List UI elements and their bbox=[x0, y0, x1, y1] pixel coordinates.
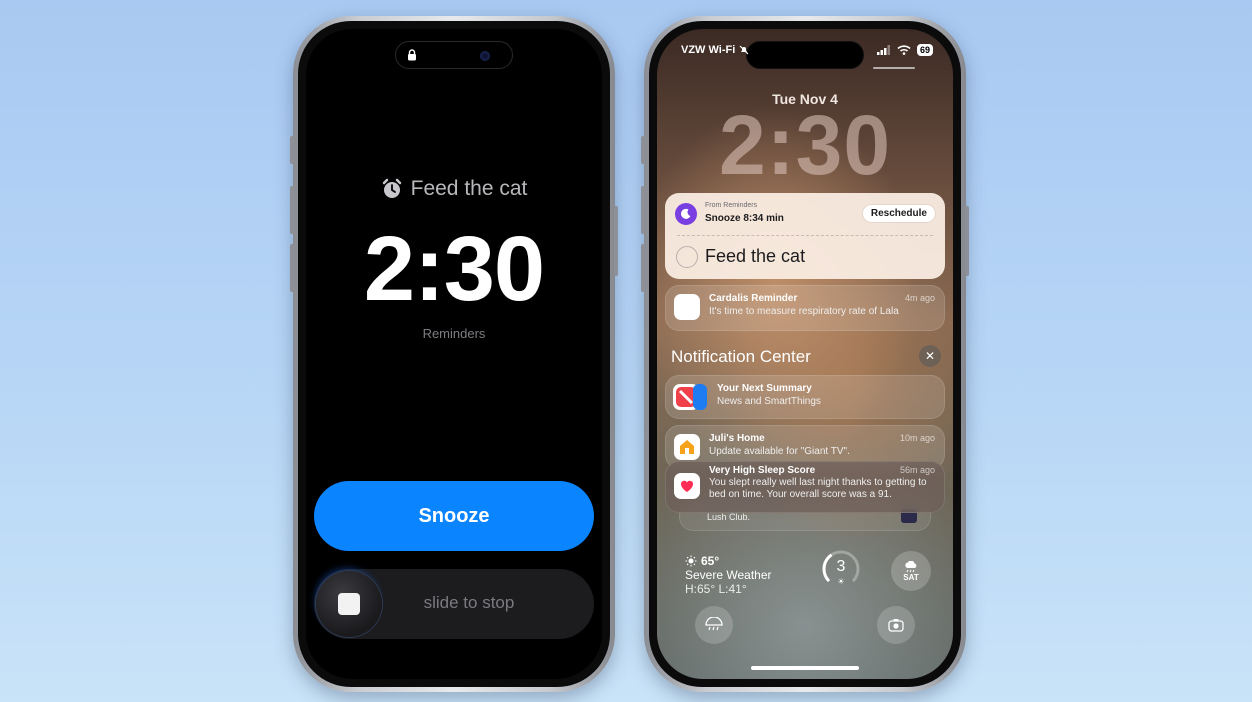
alarm-phone: Feed the cat 2:30 Reminders Snooze slide… bbox=[290, 16, 618, 692]
reminder-notification[interactable]: From Reminders Snooze 8:34 min Reschedul… bbox=[665, 193, 945, 279]
home-indicator[interactable] bbox=[751, 666, 859, 670]
forecast-day: SAT bbox=[903, 572, 919, 582]
bell-slash-icon bbox=[739, 45, 749, 55]
volume-down-button bbox=[290, 244, 294, 292]
weather-widget[interactable]: 65° Severe Weather H:65° L:41° bbox=[685, 554, 772, 596]
weather-temp: 65° bbox=[701, 554, 720, 568]
rain-cloud-icon bbox=[905, 560, 917, 572]
side-button bbox=[965, 206, 969, 276]
lockscreen-phone: VZW Wi-Fi 69 Tue Nov 4 2:30 From Reminde… bbox=[641, 16, 969, 692]
notification-body: News and SmartThings bbox=[717, 396, 821, 407]
side-button bbox=[614, 206, 618, 276]
alarm-title: Feed the cat bbox=[306, 177, 602, 201]
heart-app-icon bbox=[674, 473, 700, 499]
wifi-icon bbox=[897, 45, 911, 55]
status-bar: VZW Wi-Fi 69 bbox=[681, 44, 933, 56]
cardalis-app-icon bbox=[674, 294, 700, 320]
weather-quick-button[interactable] bbox=[695, 606, 733, 644]
camera-quick-button[interactable] bbox=[877, 606, 915, 644]
notification-title: Cardalis Reminder bbox=[709, 293, 798, 304]
notification-body: You slept really well last night thanks … bbox=[709, 477, 927, 500]
control-center-indicator[interactable] bbox=[873, 67, 915, 69]
slide-to-stop-label: slide to stop bbox=[423, 593, 515, 612]
snooze-countdown: Snooze 8:34 min bbox=[705, 213, 784, 224]
volume-down-button bbox=[641, 244, 645, 292]
lock-icon bbox=[408, 49, 416, 61]
notification-cardalis[interactable]: Cardalis Reminder 4m ago It's time to me… bbox=[665, 285, 945, 331]
slide-to-stop-track[interactable]: slide to stop bbox=[314, 569, 594, 639]
notification-body: It's time to measure respiratory rate of… bbox=[709, 306, 899, 317]
reminder-source: From Reminders bbox=[705, 202, 758, 209]
forecast-widget[interactable]: SAT bbox=[891, 551, 931, 591]
notification-time: 10m ago bbox=[899, 433, 935, 443]
notification-title: Very High Sleep Score bbox=[709, 465, 816, 476]
notification-sleep-score[interactable]: Very High Sleep Score 56m ago You slept … bbox=[665, 461, 945, 513]
notification-time: 4m ago bbox=[904, 293, 935, 303]
weather-condition: Severe Weather bbox=[685, 568, 772, 582]
lockscreen-time: 2:30 bbox=[718, 98, 892, 192]
notification-summary[interactable]: Your Next Summary News and SmartThings bbox=[665, 375, 945, 419]
reschedule-button[interactable]: Reschedule bbox=[862, 205, 935, 222]
notification-time: 56m ago bbox=[899, 465, 935, 475]
notification-center-title: Notification Center bbox=[671, 347, 811, 366]
cellular-signal-icon bbox=[876, 45, 890, 55]
reminders-moon-icon bbox=[675, 203, 697, 225]
camera-icon bbox=[888, 619, 904, 632]
uv-index-value: 3 bbox=[836, 558, 846, 575]
action-button bbox=[290, 136, 294, 164]
divider bbox=[677, 235, 933, 236]
notification-title: Juli's Home bbox=[709, 433, 765, 444]
weather-high-low: H:65° L:41° bbox=[685, 582, 747, 596]
rain-umbrella-icon bbox=[705, 617, 723, 631]
dynamic-island bbox=[395, 41, 513, 69]
volume-up-button bbox=[290, 186, 294, 234]
alarm-app-name: Reminders bbox=[422, 326, 486, 341]
complete-checkbox[interactable] bbox=[676, 246, 698, 268]
reminder-task: Feed the cat bbox=[705, 246, 806, 266]
alarm-screen: Feed the cat 2:30 Reminders Snooze slide… bbox=[306, 29, 602, 679]
notification-title: Your Next Summary bbox=[717, 383, 812, 394]
snooze-button[interactable]: Snooze bbox=[314, 481, 594, 551]
volume-up-button bbox=[641, 186, 645, 234]
notification-body: Update available for "Giant TV". bbox=[709, 446, 850, 457]
alarm-time: 2:30 bbox=[363, 218, 545, 320]
front-camera bbox=[480, 51, 490, 61]
home-app-icon bbox=[674, 434, 700, 460]
notification-body: Lush Club. bbox=[707, 512, 751, 522]
smartthings-app-icon bbox=[693, 384, 707, 410]
sun-small-icon: ☀ bbox=[837, 577, 845, 586]
battery-level: 69 bbox=[916, 44, 933, 56]
carrier-label: VZW Wi-Fi bbox=[681, 44, 736, 56]
alarm-clock-icon bbox=[382, 178, 401, 198]
sun-icon bbox=[685, 555, 697, 567]
alarm-title-text: Feed the cat bbox=[410, 177, 528, 200]
lock-screen: VZW Wi-Fi 69 Tue Nov 4 2:30 From Reminde… bbox=[657, 29, 953, 679]
snooze-button-label: Snooze bbox=[418, 504, 490, 527]
action-button bbox=[641, 136, 645, 164]
uv-index-widget[interactable]: 3 ☀ bbox=[821, 549, 861, 589]
close-icon[interactable]: ✕ bbox=[919, 345, 941, 367]
